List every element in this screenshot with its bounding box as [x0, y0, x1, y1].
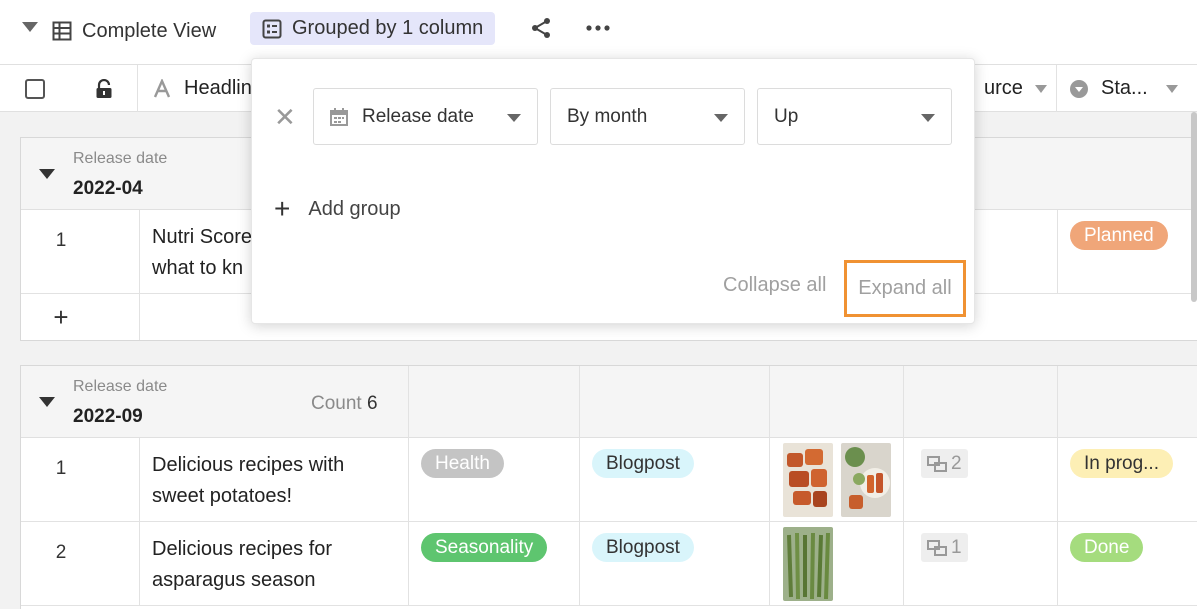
- collapse-all-button[interactable]: Collapse all: [723, 274, 826, 297]
- category-badge[interactable]: Seasonality: [421, 533, 548, 562]
- group-icon: [262, 19, 282, 38]
- cell-divider: [139, 438, 140, 522]
- row-number: 1: [55, 230, 67, 251]
- group-order-value: Up: [774, 105, 799, 127]
- plus-icon[interactable]: +: [21, 302, 101, 333]
- share-icon[interactable]: [530, 17, 552, 39]
- cell-divider: [579, 522, 580, 606]
- type-badge[interactable]: Blogpost: [592, 533, 694, 562]
- group-header[interactable]: Release date 2022-09 Count 6: [21, 366, 1197, 438]
- group-collapse-caret[interactable]: [39, 397, 55, 407]
- cell-divider: [139, 210, 140, 294]
- cell-divider: [903, 438, 904, 522]
- cell-divider: [408, 522, 409, 606]
- linked-records-count: 2: [951, 453, 962, 474]
- row-number: 2: [55, 542, 67, 563]
- lock-cell: [70, 65, 138, 112]
- column-header-status-label: Sta...: [1101, 77, 1148, 99]
- group-order-select[interactable]: Up: [757, 88, 952, 145]
- cell-divider: [579, 438, 580, 522]
- table-row[interactable]: 1 Delicious recipes with sweet potatoes!…: [21, 438, 1197, 522]
- row-number: 1: [55, 458, 67, 479]
- select-all-cell: [0, 65, 70, 112]
- status-badge[interactable]: Planned: [1070, 221, 1168, 250]
- more-icon[interactable]: [586, 17, 610, 39]
- group-field-label: Release date: [73, 150, 168, 167]
- cell-divider: [903, 522, 904, 606]
- image-thumbnail[interactable]: [841, 443, 891, 517]
- headline-cell[interactable]: Delicious recipes for asparagus season: [152, 534, 392, 596]
- cell-divider: [408, 366, 409, 438]
- status-badge[interactable]: Done: [1070, 533, 1144, 562]
- close-icon[interactable]: ✕: [274, 104, 296, 130]
- cell-divider: [769, 438, 770, 522]
- image-thumbnail[interactable]: [783, 443, 833, 517]
- group-granularity-value: By month: [567, 105, 648, 127]
- cell-divider: [1057, 366, 1058, 438]
- group-field-label: Release date: [73, 378, 168, 395]
- cell-divider: [769, 366, 770, 438]
- group-collapse-caret[interactable]: [39, 169, 55, 179]
- cell-divider: [769, 522, 770, 606]
- linked-records-count: 1: [951, 537, 962, 558]
- chevron-down-icon: [507, 114, 521, 122]
- table-icon: [52, 21, 72, 41]
- group-value: 2022-09: [73, 406, 143, 427]
- cell-divider: [408, 438, 409, 522]
- status-badge[interactable]: In prog...: [1070, 449, 1173, 478]
- cell-divider: [139, 294, 140, 340]
- calendar-icon: [330, 107, 348, 126]
- column-header-source-label: urce: [984, 77, 1023, 99]
- group-count: Count 6: [311, 393, 378, 415]
- headline-cell[interactable]: Nutri Score what to kn: [152, 222, 262, 284]
- chevron-down-icon[interactable]: [1034, 84, 1047, 93]
- cell-divider: [579, 366, 580, 438]
- view-toolbar: Complete View Grouped by 1 column: [0, 0, 1197, 64]
- column-header-headline-label: Headlin: [184, 77, 252, 99]
- plus-icon: +: [274, 193, 291, 224]
- add-group-button[interactable]: + Add group: [274, 195, 401, 223]
- add-group-label: Add group: [308, 197, 401, 220]
- view-selector[interactable]: Complete View: [52, 16, 216, 46]
- view-dropdown-caret[interactable]: [22, 22, 38, 32]
- group-by-popup: ✕ Release date By month Up + Add group C…: [251, 58, 975, 324]
- type-badge[interactable]: Blogpost: [592, 449, 694, 478]
- group-2022-09: Release date 2022-09 Count 6 1 Delicious…: [20, 365, 1197, 609]
- group-by-label: Grouped by 1 column: [292, 17, 484, 39]
- linked-records-badge[interactable]: 2: [921, 449, 968, 478]
- cell-divider: [903, 366, 904, 438]
- group-count-value: 6: [366, 393, 378, 414]
- linked-records-badge[interactable]: 1: [921, 533, 968, 562]
- cell-divider: [1057, 210, 1058, 294]
- vertical-scrollbar[interactable]: [1191, 112, 1197, 302]
- group-field-value: Release date: [362, 105, 474, 127]
- category-badge[interactable]: Health: [421, 449, 504, 478]
- group-value: 2022-04: [73, 178, 143, 199]
- link-icon: [927, 539, 947, 556]
- chevron-down-icon: [921, 114, 935, 122]
- table-row[interactable]: 2 Delicious recipes for asparagus season…: [21, 522, 1197, 606]
- chevron-down-icon: [714, 114, 728, 122]
- group-count-label: Count: [311, 393, 362, 414]
- cell-divider: [1057, 522, 1058, 606]
- group-by-button[interactable]: Grouped by 1 column: [250, 12, 496, 45]
- column-header-status[interactable]: Sta...: [1057, 65, 1197, 112]
- text-type-icon: [153, 78, 171, 97]
- status-type-icon: [1070, 79, 1088, 98]
- image-thumbnail[interactable]: [783, 527, 833, 601]
- cell-divider: [1057, 438, 1058, 522]
- select-all-checkbox[interactable]: [25, 78, 45, 99]
- cell-divider: [139, 522, 140, 606]
- expand-all-button[interactable]: Expand all: [844, 260, 966, 317]
- chevron-down-icon[interactable]: [1165, 84, 1178, 93]
- view-name: Complete View: [82, 19, 217, 42]
- lock-icon[interactable]: [95, 78, 113, 99]
- link-icon: [927, 455, 947, 472]
- group-field-select[interactable]: Release date: [313, 88, 538, 145]
- expand-all-label: Expand all: [858, 277, 952, 299]
- group-granularity-select[interactable]: By month: [550, 88, 745, 145]
- headline-cell[interactable]: Delicious recipes with sweet potatoes!: [152, 450, 392, 512]
